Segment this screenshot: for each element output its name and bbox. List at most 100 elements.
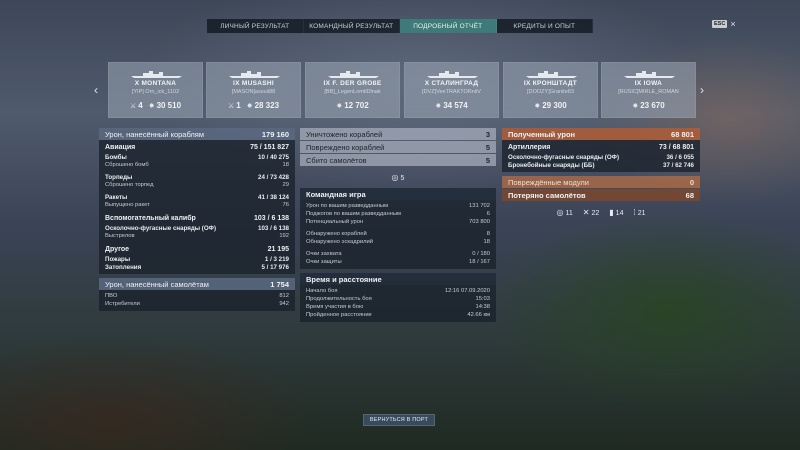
player-name: [DOOZY]Granite83 bbox=[527, 89, 574, 95]
damage-value: 23 670 bbox=[640, 101, 665, 110]
damage-received-panel: Полученный урон 68 801 Артиллерия 73 / 68 … bbox=[502, 128, 700, 223]
battle-summary-panel: Уничтожено кораблей 3 Повреждено кораблей… bbox=[300, 128, 496, 322]
ship-name: IX IOWA bbox=[634, 80, 663, 87]
player-name: [YIP] Orn_ick_1102 bbox=[131, 89, 180, 95]
damage-value: 28 323 bbox=[254, 101, 280, 110]
damage-value: 34 574 bbox=[443, 101, 468, 110]
damage-value: 29 300 bbox=[542, 101, 567, 110]
tab-bar: ЛИЧНЫЙ РЕЗУЛЬТАТ КОМАНДНЫЙ РЕЗУЛЬТАТ ПОД… bbox=[207, 19, 593, 33]
spot-fires-row: Поджогов по вашим разведданным 6 bbox=[306, 211, 490, 217]
spotting-summary: ◎ 5 bbox=[391, 172, 405, 182]
ship-name: IX F. DER GROßE bbox=[323, 80, 382, 87]
fires-row: Пожары 1 / 3 219 bbox=[105, 255, 289, 263]
damage-dealt-panel: Урон, нанесённый кораблям 179 160 Авиация… bbox=[99, 128, 295, 311]
fighters-row: Истребители 942 bbox=[105, 301, 289, 307]
ship-silhouette-icon bbox=[229, 71, 280, 78]
torpedoes-row: Торпеды 24 / 73 428 bbox=[105, 173, 289, 181]
ship-silhouette-icon bbox=[526, 71, 577, 78]
squadrons-spotted-row: Обнаружено эскадрилий 18 bbox=[306, 239, 490, 245]
close-button[interactable]: ESC × bbox=[712, 19, 736, 29]
defense-points-row: Очки защиты 18 / 167 bbox=[306, 259, 490, 265]
ship-silhouette-icon bbox=[131, 71, 182, 78]
tab-credits-xp[interactable]: КРЕДИТЫ И ОПЫТ bbox=[497, 19, 593, 33]
return-to-port-button[interactable]: ВЕРНУТЬСЯ В ПОРТ bbox=[363, 414, 435, 426]
close-icon: × bbox=[730, 19, 736, 29]
he-received-row: Осколочно-фугасные снаряды (ОФ) 36 / 6 05… bbox=[508, 153, 694, 161]
damaged-modules-row: Повреждённые модули 0 bbox=[502, 176, 700, 188]
frags-count: 4 bbox=[138, 101, 143, 110]
battle-duration-row: Продолжительность боя 15:03 bbox=[306, 296, 490, 302]
time-distance-header: Время и расстояние bbox=[300, 273, 496, 285]
ship-card[interactable]: IX MUSASHI [MASON]assuii88 ⚔ 1 ✸ 28 323 bbox=[206, 62, 301, 118]
battle-start-row: Начало боя 12:16 07.09.2020 bbox=[306, 288, 490, 294]
secondary-battery-row: Вспомогательный калибр 103 / 6 138 bbox=[105, 215, 289, 222]
received-icons-summary: ◎ 11 ✕ 22 ▮ 14 ⁞ 21 bbox=[556, 207, 646, 217]
damage-value: 30 510 bbox=[156, 101, 182, 110]
damage-value: 12 702 bbox=[344, 101, 369, 110]
damage-received-header: Полученный урон 68 801 bbox=[502, 128, 700, 140]
rockets-row: Ракеты 41 / 38 124 bbox=[105, 193, 289, 201]
ship-card[interactable]: IX IOWA [RUSIC]MIRLE_ROMAN ✸ 23 670 bbox=[601, 62, 696, 118]
fighter-icon: ✕ bbox=[582, 207, 590, 217]
ships-spotted-row: Обнаружено кораблей 8 bbox=[306, 231, 490, 237]
team-play-header: Командная игра bbox=[300, 188, 496, 200]
he-shells-row: Осколочно-фугасные снаряды (ОФ) 103 / 6 1… bbox=[105, 224, 289, 232]
rocket-icon: ⁞ bbox=[633, 207, 636, 217]
planes-lost-row: Потеряно самолётов 68 bbox=[502, 189, 700, 201]
frags-count: 1 bbox=[236, 101, 241, 110]
ship-card[interactable]: X MONTANA [YIP] Orn_ick_1102 ⚔ 4 ✸ 30 510 bbox=[108, 62, 203, 118]
ship-name: X MONTANA bbox=[134, 80, 177, 87]
damage-icon: ✸ bbox=[534, 103, 541, 110]
other-row: Другое 21 195 bbox=[105, 246, 289, 253]
tab-detailed-report[interactable]: ПОДРОБНЫЙ ОТЧЁТ bbox=[400, 19, 497, 33]
potential-damage-row: Потенциальный урон 703 800 bbox=[306, 219, 490, 225]
artillery-row: Артиллерия 73 / 68 801 bbox=[508, 144, 694, 151]
bomb-icon: ▮ bbox=[609, 207, 614, 217]
ship-silhouette-icon bbox=[624, 71, 675, 78]
floods-row: Затопления 5 / 17 976 bbox=[105, 263, 289, 271]
distance-row: Пройденное расстояние 42.66 км bbox=[306, 312, 490, 318]
esc-key-icon: ESC bbox=[712, 20, 728, 28]
spotting-icon: ◎ bbox=[391, 172, 399, 182]
crosshair-icon: ◎ bbox=[556, 207, 564, 217]
aviation-row: Авиация 75 / 151 827 bbox=[105, 144, 289, 151]
ship-name: IX КРОНШТАДТ bbox=[523, 80, 578, 87]
tab-personal-result[interactable]: ЛИЧНЫЙ РЕЗУЛЬТАТ bbox=[207, 19, 304, 33]
ship-card[interactable]: IX F. DER GROßE [BB]_LegenLomtiDlnak ✸ 12… bbox=[305, 62, 400, 118]
damage-icon: ✸ bbox=[336, 103, 343, 110]
ships-damaged-row: Повреждено кораблей 5 bbox=[300, 141, 496, 153]
planes-shot-down-row: Сбито самолётов 5 bbox=[300, 154, 496, 166]
bombs-row: Бомбы 10 / 40 275 bbox=[105, 153, 289, 161]
ship-name: IX MUSASHI bbox=[233, 80, 274, 87]
damage-icon: ✸ bbox=[246, 103, 253, 110]
ap-received-row: Бронебойные снаряды (ББ) 37 / 62 746 bbox=[508, 161, 694, 169]
crossed-swords-icon: ⚔ bbox=[129, 103, 137, 110]
damage-to-aircraft-header: Урон, нанесённый самолётам 1 754 bbox=[99, 278, 295, 290]
damage-to-ships-header: Урон, нанесённый кораблям 179 160 bbox=[99, 128, 295, 140]
carousel-prev-button[interactable]: ‹ bbox=[94, 83, 98, 97]
damage-icon: ✸ bbox=[435, 103, 442, 110]
tab-team-result[interactable]: КОМАНДНЫЙ РЕЗУЛЬТАТ bbox=[304, 19, 400, 33]
player-name: [MASON]assuii88 bbox=[231, 89, 276, 95]
damage-icon: ✸ bbox=[632, 103, 639, 110]
ship-name: X СТАЛИНГРАД bbox=[424, 80, 479, 87]
ship-silhouette-icon bbox=[328, 71, 379, 78]
bombs-dropped-row: Сброшено бомб 18 bbox=[105, 162, 289, 168]
ships-destroyed-row: Уничтожено кораблей 3 bbox=[300, 128, 496, 140]
ship-card[interactable]: X СТАЛИНГРАД [DVZ]VeeTRAKTORniiV ✸ 34 574 bbox=[404, 62, 499, 118]
ship-card[interactable]: IX КРОНШТАДТ [DOOZY]Granite83 ✸ 29 300 bbox=[503, 62, 598, 118]
participation-time-row: Время участия в бою 14:38 bbox=[306, 304, 490, 310]
torpedoes-dropped-row: Сброшено торпед 29 bbox=[105, 182, 289, 188]
spot-damage-row: Урон по вашим разведданным 131 702 bbox=[306, 203, 490, 209]
rockets-fired-row: Выпущено ракет 76 bbox=[105, 202, 289, 208]
player-name: [DVZ]VeeTRAKTORniiV bbox=[422, 89, 481, 95]
aa-row: ПВО 812 bbox=[105, 293, 289, 299]
player-name: [RUSIC]MIRLE_ROMAN bbox=[618, 89, 679, 95]
ship-silhouette-icon bbox=[427, 71, 478, 78]
crossed-swords-icon: ⚔ bbox=[227, 103, 235, 110]
capture-points-row: Очки захвата 0 / 180 bbox=[306, 251, 490, 257]
damage-icon: ✸ bbox=[148, 103, 155, 110]
player-name: [BB]_LegenLomtiDlnak bbox=[324, 89, 381, 95]
shots-row: Выстрелов 192 bbox=[105, 233, 289, 239]
carousel-next-button[interactable]: › bbox=[700, 83, 704, 97]
